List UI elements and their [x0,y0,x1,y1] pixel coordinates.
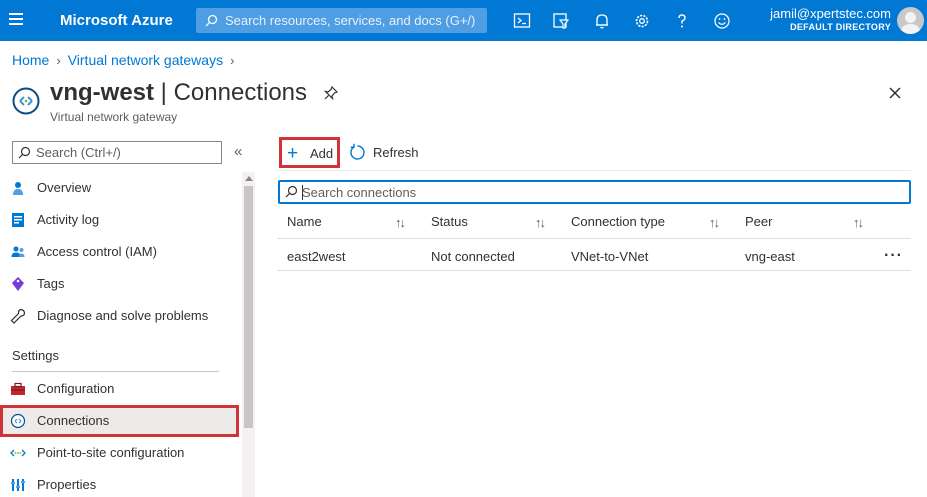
collapse-menu-icon[interactable]: « [234,143,242,160]
menu-search-input[interactable]: Search (Ctrl+/) [12,141,222,164]
connections-highlight-box [0,405,239,437]
breadcrumb-separator-icon: › [230,53,235,68]
menu-item-overview[interactable]: Overview [0,172,238,204]
sort-icon[interactable]: ↑↓ [853,215,864,230]
text-caret [302,185,303,200]
tag-icon [12,277,24,291]
search-connections-input[interactable]: Search connections [278,180,911,204]
menu-item-label: Tags [37,276,65,291]
global-search-placeholder: Search resources, services, and docs (G+… [225,13,476,28]
avatar[interactable] [897,7,924,34]
breadcrumb-separator-icon: › [56,53,61,68]
iam-icon [11,246,25,257]
title-separator: | [154,79,174,106]
menu-item-activity-log[interactable]: Activity log [0,204,238,236]
close-icon[interactable] [887,85,903,101]
sort-icon[interactable]: ↑↓ [395,215,406,230]
sort-icon[interactable]: ↑↓ [709,215,720,230]
menu-item-label: Point-to-site configuration [37,445,185,460]
cloud-shell-icon[interactable] [512,11,532,31]
plus-icon: + [287,143,299,164]
virtual-network-gateway-icon [12,87,40,115]
user-directory: DEFAULT DIRECTORY [790,22,891,32]
menu-scrollbar[interactable] [242,172,255,497]
menu-item-tags[interactable]: Tags [0,268,238,300]
menu-item-access-control[interactable]: Access control (IAM) [0,236,238,268]
add-button[interactable]: + Add [279,137,340,168]
column-header-peer[interactable]: Peer [745,214,772,229]
breadcrumb: Home › Virtual network gateways › [12,52,241,68]
top-bar: Microsoft Azure Search resources, servic… [0,0,927,41]
menu-section-settings: Settings [12,348,59,363]
scrollbar-thumb[interactable] [244,186,253,428]
cell-status: Not connected [431,249,515,264]
search-connections-placeholder: Search connections [302,185,417,200]
feedback-icon[interactable] [712,11,732,31]
table-row-divider [277,270,911,271]
menu-item-label: Properties [37,477,97,492]
toolbox-icon [11,382,25,395]
resource-name: vng-west [50,79,155,106]
breadcrumb-home[interactable]: Home [12,52,49,68]
overview-icon [13,182,23,195]
breadcrumb-virtual-network-gateways[interactable]: Virtual network gateways [68,52,223,68]
column-header-connection-type[interactable]: Connection type [571,214,665,229]
search-icon [285,185,298,198]
blade-name: Connections [173,79,308,106]
menu-item-label: Overview [37,180,92,195]
refresh-label: Refresh [373,145,419,160]
sort-icon[interactable]: ↑↓ [535,215,546,230]
more-actions-icon[interactable]: ··· [884,247,903,265]
pin-icon[interactable] [323,85,339,101]
global-search-input[interactable]: Search resources, services, and docs (G+… [196,8,487,33]
help-icon[interactable] [672,11,692,31]
directory-filter-icon[interactable] [551,11,571,31]
column-header-name[interactable]: Name [287,214,322,229]
menu-item-label: Diagnose and solve problems [37,308,209,323]
menu-item-label: Configuration [37,381,115,396]
menu-item-diagnose[interactable]: Diagnose and solve problems [0,300,238,332]
resource-type: Virtual network gateway [50,110,178,124]
menu-item-label: Access control (IAM) [37,244,157,259]
settings-icon[interactable] [632,11,652,31]
properties-icon [11,479,25,491]
refresh-icon [350,143,365,160]
portal-brand[interactable]: Microsoft Azure [60,12,173,29]
cell-connection-type: VNet-to-VNet [571,249,649,264]
point-to-site-icon [10,449,26,457]
activity-log-icon [12,213,24,227]
menu-item-label: Activity log [37,212,100,227]
table-header-divider [277,238,911,239]
wrench-icon [10,308,26,324]
search-icon [205,14,218,27]
menu-item-configuration[interactable]: Configuration [0,373,238,405]
command-bar-divider [277,170,911,171]
cell-name[interactable]: east2west [287,249,346,264]
menu-search-placeholder: Search (Ctrl+/) [36,145,121,160]
search-icon [18,146,31,159]
cell-peer: vng-east [745,249,795,264]
user-email: jamil@xpertstec.com [770,6,891,21]
notifications-icon[interactable] [592,11,612,31]
menu-divider [12,371,219,372]
hamburger-menu-icon[interactable] [9,13,23,27]
page-title: vng-west | Connections [50,79,307,107]
menu-item-properties[interactable]: Properties [0,469,238,497]
add-label: Add [310,146,334,161]
account-info[interactable]: jamil@xpertstec.com DEFAULT DIRECTORY [770,6,891,32]
menu-item-point-to-site[interactable]: Point-to-site configuration [0,437,238,469]
column-header-status[interactable]: Status [431,214,468,229]
scroll-up-icon[interactable] [245,176,253,181]
